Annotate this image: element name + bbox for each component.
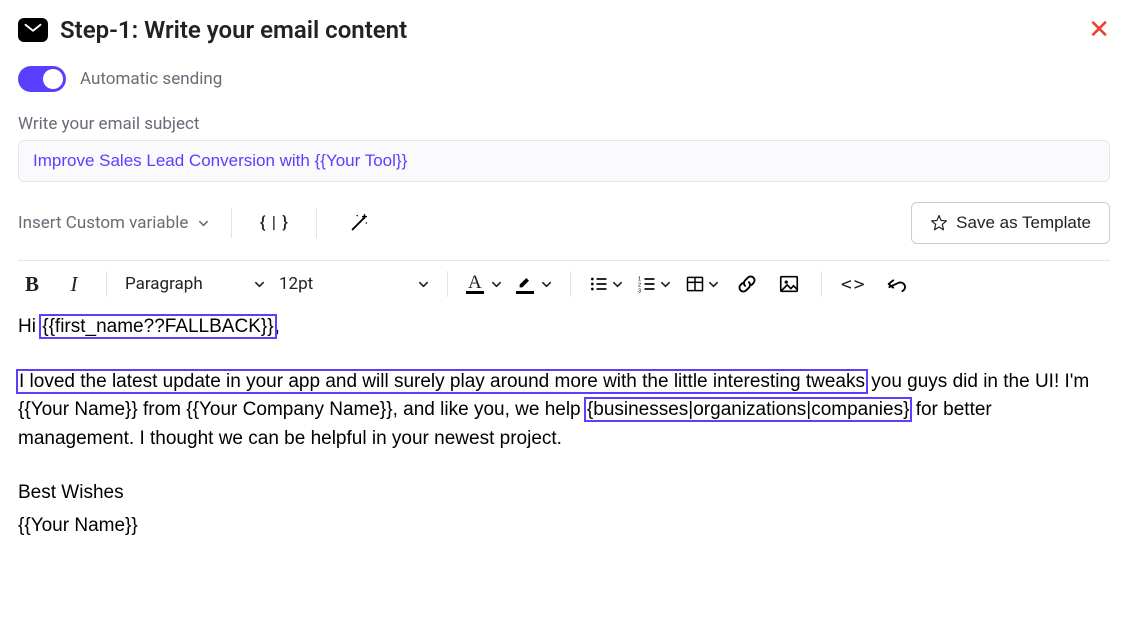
chevron-down-icon	[541, 279, 552, 290]
page-title: Step-1: Write your email content	[60, 16, 407, 44]
body-text: Best Wishes	[18, 479, 1110, 508]
body-text: ,	[275, 316, 280, 337]
editor-toolbar: B I Paragraph 12pt A 123 <>	[18, 260, 1110, 297]
chevron-down-icon	[708, 279, 719, 290]
table-button[interactable]	[685, 274, 719, 294]
divider	[821, 271, 822, 297]
automatic-sending-label: Automatic sending	[80, 69, 222, 89]
magic-wand-button[interactable]	[339, 212, 379, 234]
chevron-down-icon	[254, 279, 265, 290]
body-text: Hi	[18, 316, 41, 337]
save-as-template-button[interactable]: Save as Template	[911, 202, 1110, 244]
spintax-token[interactable]: {businesses|organizations|companies}	[586, 399, 911, 420]
undo-button[interactable]	[882, 273, 910, 295]
block-format-dropdown[interactable]: Paragraph	[125, 274, 265, 294]
highlighter-icon	[516, 274, 534, 290]
highlight-color-button[interactable]	[516, 274, 552, 294]
divider	[447, 271, 448, 297]
insert-variable-label: Insert Custom variable	[18, 213, 188, 233]
text-color-button[interactable]: A	[466, 274, 502, 294]
bold-button[interactable]: B	[18, 272, 46, 297]
subject-input[interactable]	[18, 140, 1110, 182]
automatic-sending-toggle[interactable]	[18, 66, 66, 92]
font-size-dropdown[interactable]: 12pt	[279, 274, 429, 294]
svg-text:3: 3	[638, 288, 641, 294]
link-button[interactable]	[733, 273, 761, 295]
code-view-button[interactable]: <>	[840, 274, 868, 295]
numbered-list-button[interactable]: 123	[637, 274, 671, 294]
divider	[570, 271, 571, 297]
variable-token[interactable]: {{first_name??FALLBACK}}	[41, 316, 274, 337]
body-text: {{Your Name}}	[18, 512, 1110, 541]
email-body-editor[interactable]: Hi {{first_name??FALLBACK}}, I loved the…	[18, 313, 1110, 540]
image-button[interactable]	[775, 273, 803, 295]
chevron-down-icon	[198, 218, 209, 229]
highlighted-text: I loved the latest update in your app an…	[18, 371, 866, 392]
chevron-down-icon	[491, 279, 502, 290]
close-icon[interactable]: ✕	[1088, 17, 1110, 43]
chevron-down-icon	[418, 279, 429, 290]
subject-label: Write your email subject	[18, 114, 1110, 134]
divider	[106, 271, 107, 297]
chevron-down-icon	[660, 279, 671, 290]
italic-button[interactable]: I	[60, 272, 88, 297]
mail-icon	[18, 18, 48, 42]
star-icon	[930, 214, 948, 232]
divider	[316, 208, 317, 238]
bullet-list-button[interactable]	[589, 274, 623, 294]
divider	[231, 208, 232, 238]
save-as-template-label: Save as Template	[956, 213, 1091, 233]
chevron-down-icon	[612, 279, 623, 290]
insert-variable-dropdown[interactable]: Insert Custom variable	[18, 213, 209, 233]
insert-braces-button[interactable]: { | }	[254, 213, 294, 233]
